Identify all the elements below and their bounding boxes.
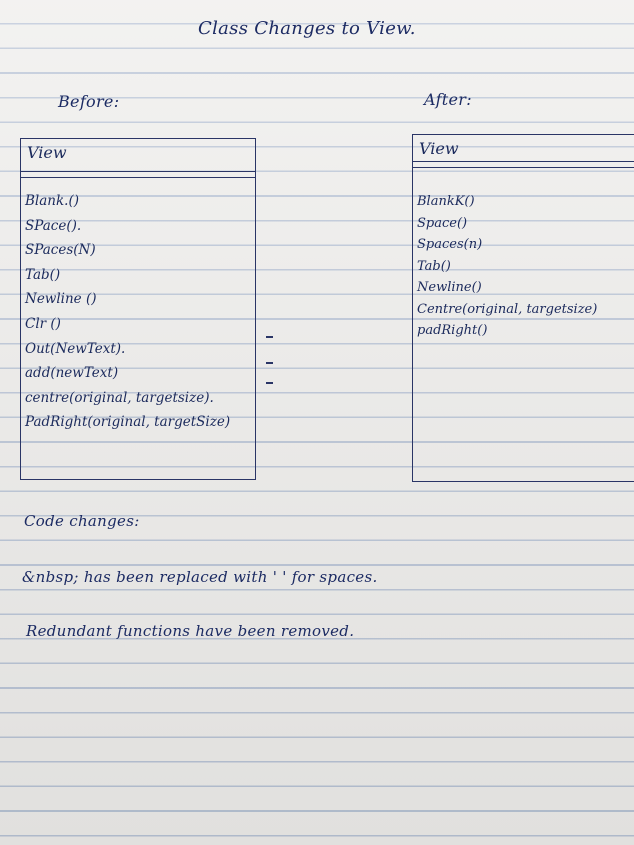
- method-item: SPace().: [25, 217, 82, 234]
- after-label: After:: [424, 90, 472, 109]
- divider: [413, 161, 634, 162]
- method-item: Centre(original, targetsize): [417, 301, 598, 317]
- method-item: Newline (): [25, 291, 97, 308]
- removed-marker: [266, 362, 273, 364]
- before-label: Before:: [58, 92, 120, 111]
- method-item: Out(NewText).: [25, 340, 126, 357]
- method-item: Blank.(): [25, 193, 79, 209]
- divider: [413, 167, 634, 168]
- method-item: add(newText): [25, 365, 119, 382]
- method-list: Blank.() SPace(). SPaces(N) Tab() Newlin…: [25, 189, 230, 435]
- note-line: &nbsp; has been replaced with ' ' for sp…: [22, 568, 378, 586]
- method-item: BlankK(): [417, 194, 475, 209]
- page-title: Class Changes to View.: [198, 18, 416, 39]
- divider: [21, 177, 255, 178]
- method-item: Tab(): [25, 266, 61, 283]
- class-name: View: [419, 139, 459, 158]
- method-item: Newline(): [417, 280, 482, 295]
- method-list: BlankK() Space() Spaces(n) Tab() Newline…: [417, 191, 597, 342]
- method-item: padRight(): [417, 323, 488, 338]
- notes-heading: Code changes:: [24, 512, 140, 530]
- before-class-diagram: View Blank.() SPace(). SPaces(N) Tab() N…: [20, 138, 256, 480]
- note-line: Redundant functions have been removed.: [26, 622, 355, 640]
- method-item: centre(original, targetsize).: [25, 389, 214, 406]
- removed-marker: [266, 336, 273, 338]
- method-item: Clr (): [25, 315, 61, 332]
- method-item: Tab(): [417, 258, 451, 274]
- removed-marker: [266, 382, 273, 384]
- after-class-diagram: View BlankK() Space() Spaces(n) Tab() Ne…: [412, 134, 634, 482]
- class-name: View: [27, 143, 67, 162]
- method-item: Spaces(n): [417, 237, 483, 252]
- method-item: Space(): [417, 215, 468, 231]
- method-item: SPaces(N): [25, 242, 96, 259]
- method-item: PadRight(original, targetSize): [25, 414, 231, 431]
- divider: [21, 171, 255, 172]
